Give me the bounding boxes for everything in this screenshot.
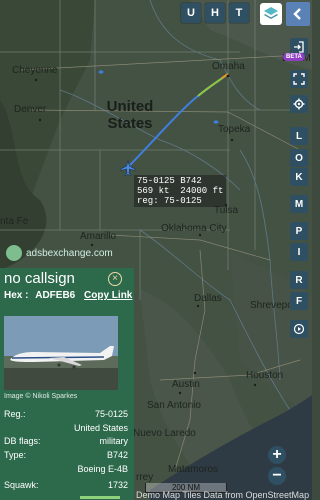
toggle-p-button[interactable]: P <box>290 222 308 240</box>
adsb-logo-text: adsbexchange.com <box>26 247 113 259</box>
zoom-out-button[interactable]: − <box>268 467 286 485</box>
toggle-u-button[interactable]: U <box>181 3 201 23</box>
info-row-key: DB flags: <box>4 436 41 446</box>
toggle-r-button[interactable]: R <box>290 271 308 289</box>
city-label: Shrevepo <box>250 300 293 311</box>
city-label: Houston <box>246 370 284 381</box>
aircraft-info-panel: no callsign × Hex : ADFEB6 Copy Link Ima… <box>0 268 134 500</box>
toggle-h-button[interactable]: H <box>205 3 225 23</box>
toggle-t-label: T <box>235 7 243 19</box>
toggle-m-button[interactable]: M <box>290 195 308 213</box>
city-label: Austin <box>172 379 200 390</box>
zoom-in-label: + <box>272 446 282 463</box>
toggle-t-button[interactable]: T <box>229 3 249 23</box>
callsign-title: no callsign <box>4 270 75 287</box>
toggle-l-label: L <box>295 130 303 142</box>
city-label: Oklahoma City <box>161 223 227 234</box>
toggle-h-label: H <box>211 7 219 19</box>
city-label: Topeka <box>218 124 251 135</box>
city-label: Denver <box>14 104 47 115</box>
hex-row: Hex : ADFEB6 Copy Link <box>4 290 132 301</box>
city-label: Nuevo Laredo <box>133 428 196 439</box>
zoom-in-button[interactable]: + <box>268 446 286 464</box>
hex-value: ADFEB6 <box>35 290 76 301</box>
photo-credit: Image © Nikoli Sparkes <box>4 393 78 400</box>
copy-link[interactable]: Copy Link <box>84 290 132 301</box>
info-row-value: 1732 <box>107 480 128 490</box>
close-icon[interactable]: × <box>108 272 122 286</box>
city-label: Omaha <box>212 61 245 72</box>
toggle-k-label: K <box>295 171 303 183</box>
city-label: Matamoros <box>168 464 219 475</box>
toggle-m-label: M <box>294 198 304 210</box>
beta-badge: BETA <box>283 53 305 61</box>
zoom-out-label: − <box>272 467 282 484</box>
fullscreen-button[interactable] <box>290 70 308 88</box>
toggle-o-button[interactable]: O <box>290 149 308 167</box>
collapse-sidebar-button[interactable] <box>286 2 310 26</box>
toggle-i-label: I <box>297 246 301 258</box>
info-row-key: Reg.: <box>4 409 26 419</box>
info-row-value: United States <box>73 423 128 433</box>
country-label: United States <box>106 98 154 132</box>
info-row-key: Squawk: <box>4 480 39 490</box>
toggle-k-button[interactable]: K <box>290 168 308 186</box>
layers-button[interactable] <box>260 3 282 25</box>
info-row-value: B742 <box>106 450 128 460</box>
toggle-p-label: P <box>295 225 303 237</box>
fullscreen-icon <box>293 73 305 85</box>
adsb-logo-icon <box>6 245 22 261</box>
toggle-f-button[interactable]: F <box>290 292 308 310</box>
toggle-f-label: F <box>295 295 303 307</box>
city-label: Dallas <box>194 293 222 304</box>
info-row-value: military <box>99 436 129 446</box>
toggle-i-button[interactable]: I <box>290 243 308 261</box>
aircraft-label-line1: 75-0125 B742 <box>137 176 202 186</box>
layers-icon <box>264 7 278 19</box>
info-row-value: 75-0125 <box>94 409 128 419</box>
adsbexchange-logo[interactable]: adsbexchange.com <box>6 245 113 261</box>
city-label: Cheyenne <box>12 65 58 76</box>
info-row-value: Boeing E-4B <box>77 464 128 474</box>
toggle-l-button[interactable]: L <box>290 127 308 145</box>
aircraft-label[interactable]: 75-0125 B742 569 kt 24000 ft reg: 75-012… <box>134 175 227 207</box>
map-attribution[interactable]: Demo Map Tiles Data from OpenStreetMap <box>136 490 309 500</box>
aircraft-photo[interactable] <box>4 316 118 390</box>
gear-icon <box>293 98 305 110</box>
hex-label: Hex : <box>4 290 29 301</box>
toggle-o-label: O <box>295 152 303 164</box>
replay-icon <box>293 323 305 335</box>
toggle-r-label: R <box>295 274 303 286</box>
info-row-key: Type: <box>4 450 27 460</box>
toggle-u-label: U <box>187 7 195 19</box>
settings-button[interactable] <box>290 95 308 113</box>
replay-button[interactable] <box>290 320 308 338</box>
login-icon <box>294 41 304 53</box>
aircraft-label-line2: 569 kt 24000 ft <box>137 186 224 196</box>
chevron-left-icon <box>293 8 301 20</box>
panel-resize-handle[interactable] <box>80 496 120 499</box>
aircraft-label-line3: reg: 75-0125 <box>137 196 202 206</box>
city-label: rrey <box>136 472 154 483</box>
city-label: Amarillo <box>80 231 117 242</box>
city-label: San Antonio <box>147 400 201 411</box>
city-label: nta Fe <box>0 216 29 227</box>
